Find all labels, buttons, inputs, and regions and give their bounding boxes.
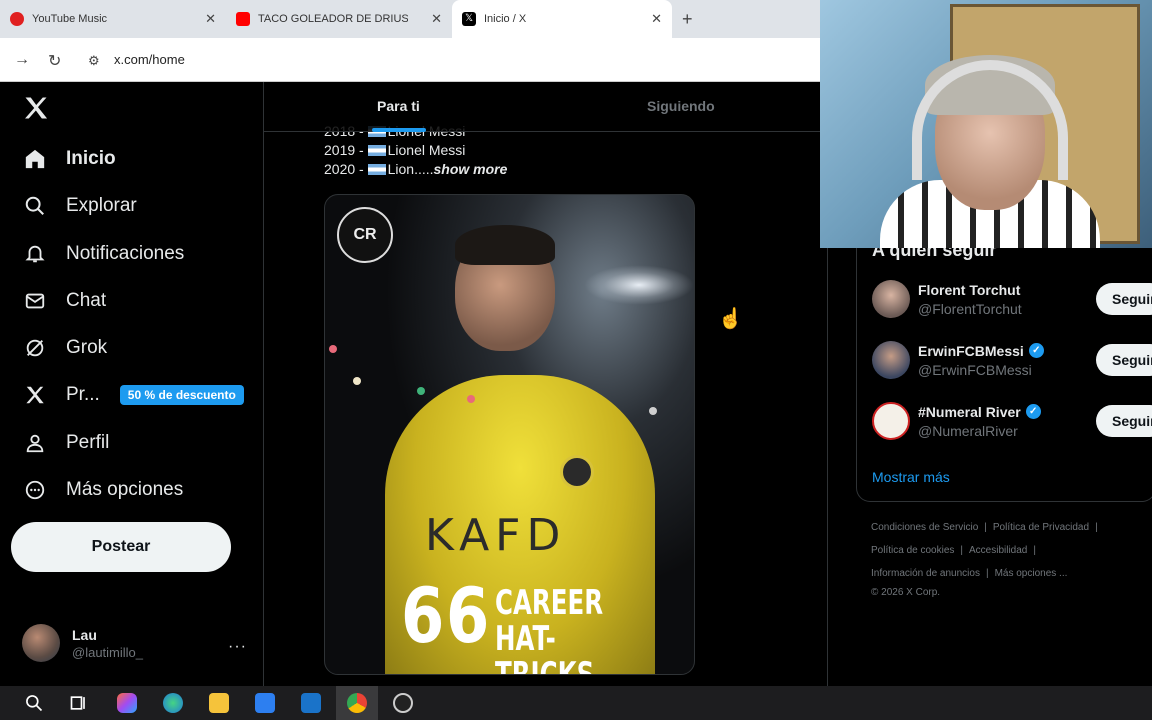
x-icon <box>24 384 46 406</box>
avatar <box>872 341 910 379</box>
tab-inicio-x[interactable]: 𝕏 Inicio / X ✕ <box>452 0 672 38</box>
obs-icon[interactable] <box>393 693 413 713</box>
follow-button[interactable]: Seguir <box>1096 405 1152 437</box>
footer-links-row: Información de anuncios | Más opciones ... <box>871 568 1068 579</box>
tab-youtube-music[interactable]: YouTube Music ✕ <box>0 0 226 38</box>
sidebar-item-chat[interactable]: Chat <box>24 290 106 312</box>
screen: YouTube Music ✕ TACO GOLEADOR DE DRIUSSI… <box>0 0 1152 720</box>
account-name-row: #Numeral River ✓ <box>918 404 1041 420</box>
close-tab-icon[interactable]: ✕ <box>431 11 442 27</box>
follow-suggestion[interactable]: #Numeral River ✓ @NumeralRiver <box>872 402 1041 440</box>
show-more-link[interactable]: show more <box>434 161 508 177</box>
club-crest-icon <box>560 455 594 489</box>
footer-links-row: Política de cookies | Accesibilidad | <box>871 545 1036 556</box>
verified-badge-icon: ✓ <box>1025 404 1041 419</box>
player-hair <box>455 225 555 265</box>
left-sidebar: Inicio Explorar Notificaciones Chat Grok… <box>0 82 264 686</box>
chrome-icon[interactable] <box>347 693 367 713</box>
person-icon <box>24 432 46 454</box>
browser-tab-bar: YouTube Music ✕ TACO GOLEADOR DE DRIUSSI… <box>0 0 820 38</box>
new-tab-icon[interactable]: + <box>682 9 693 30</box>
url-field[interactable]: x.com/home <box>114 52 185 67</box>
sidebar-item-grok[interactable]: Grok <box>24 337 107 359</box>
confetti-dot <box>649 407 657 415</box>
search-icon[interactable] <box>24 693 44 713</box>
discount-badge: 50 % de descuento <box>119 385 244 405</box>
sidebar-item-mas-opciones[interactable]: Más opciones <box>24 479 183 501</box>
store-icon[interactable] <box>255 693 275 713</box>
x-icon: 𝕏 <box>462 12 476 26</box>
copilot-icon[interactable] <box>117 693 137 713</box>
x-logo-icon[interactable] <box>22 94 50 122</box>
account-switcher[interactable]: Lau @lautimillo_ <box>22 624 143 662</box>
close-tab-icon[interactable]: ✕ <box>651 11 662 27</box>
stadium-lights <box>584 265 694 305</box>
webcam-overlay <box>820 0 1152 248</box>
confetti-dot <box>467 395 475 403</box>
sidebar-item-notificaciones[interactable]: Notificaciones <box>24 243 184 265</box>
home-icon <box>24 148 46 170</box>
task-view-icon[interactable] <box>69 693 89 713</box>
youtube-icon <box>236 12 250 26</box>
post-text: 2018 - Lionel Messi 2019 - Lionel Messi … <box>324 123 508 179</box>
edge-icon[interactable] <box>163 693 183 713</box>
grok-icon <box>24 337 46 359</box>
feed-tabs: Para ti Siguiendo <box>264 82 827 132</box>
more-circle-icon <box>24 479 46 501</box>
post-image[interactable]: CR KAFD 66 CAREER HAT-TRICKS <box>324 194 695 675</box>
timeline: 2018 - Lionel Messi 2019 - Lionel Messi … <box>264 82 828 686</box>
argentina-flag-icon <box>367 145 386 156</box>
sidebar-item-inicio[interactable]: Inicio <box>24 148 116 170</box>
follow-button[interactable]: Seguir <box>1096 283 1152 315</box>
follow-suggestion[interactable]: Florent Torchut @FlorentTorchut <box>872 280 1022 318</box>
search-icon <box>24 195 46 217</box>
sponsor-text: KAFD <box>425 510 567 561</box>
avatar <box>872 402 910 440</box>
hat-trick-caption: CAREER HAT-TRICKS <box>495 583 604 675</box>
account-name: Lau <box>72 626 97 643</box>
tab-siguiendo[interactable]: Siguiendo <box>647 98 715 114</box>
post-button[interactable]: Postear <box>11 522 231 572</box>
hat-trick-count: 66 <box>401 571 492 660</box>
os-taskbar <box>0 686 1152 720</box>
site-info-icon[interactable]: ⚙ <box>88 53 100 69</box>
confetti-dot <box>417 387 425 395</box>
mail-icon <box>24 290 46 312</box>
address-bar: → ↻ ⚙ x.com/home <box>0 38 820 82</box>
cr-logo-badge: CR <box>337 207 393 263</box>
follow-suggestion[interactable]: ErwinFCBMessi ✓ @ErwinFCBMessi <box>872 341 1044 379</box>
close-tab-icon[interactable]: ✕ <box>205 11 216 27</box>
sidebar-item-explorar[interactable]: Explorar <box>24 195 137 217</box>
confetti-dot <box>353 377 361 385</box>
tab-para-ti[interactable]: Para ti <box>377 98 420 114</box>
sidebar-item-perfil[interactable]: Perfil <box>24 432 109 454</box>
account-name-row: ErwinFCBMessi ✓ <box>918 343 1044 359</box>
hand-cursor-icon: ☝ <box>718 308 743 330</box>
copyright: © 2026 X Corp. <box>871 587 941 598</box>
verified-badge-icon: ✓ <box>1028 343 1044 358</box>
youtube-music-icon <box>10 12 24 26</box>
show-more-link[interactable]: Mostrar más <box>872 469 950 485</box>
bell-icon <box>24 243 46 265</box>
forward-icon[interactable]: → <box>14 51 30 69</box>
outlook-icon[interactable] <box>301 693 321 713</box>
tab-taco-goleador[interactable]: TACO GOLEADOR DE DRIUSSI Y ✕ <box>226 0 452 38</box>
file-explorer-icon[interactable] <box>209 693 229 713</box>
avatar <box>22 624 60 662</box>
confetti-dot <box>329 345 337 353</box>
active-tab-indicator <box>372 128 426 132</box>
follow-button[interactable]: Seguir <box>1096 344 1152 376</box>
avatar <box>872 280 910 318</box>
sidebar-item-premium[interactable]: Pr... 50 % de descuento <box>24 384 244 406</box>
account-handle: @lautimillo_ <box>72 644 143 660</box>
footer-links-row: Condiciones de Servicio | Política de Priv… <box>871 522 1098 533</box>
argentina-flag-icon <box>367 164 386 175</box>
more-dots-icon[interactable]: ··· <box>228 638 247 656</box>
reload-icon[interactable]: ↻ <box>48 51 61 71</box>
